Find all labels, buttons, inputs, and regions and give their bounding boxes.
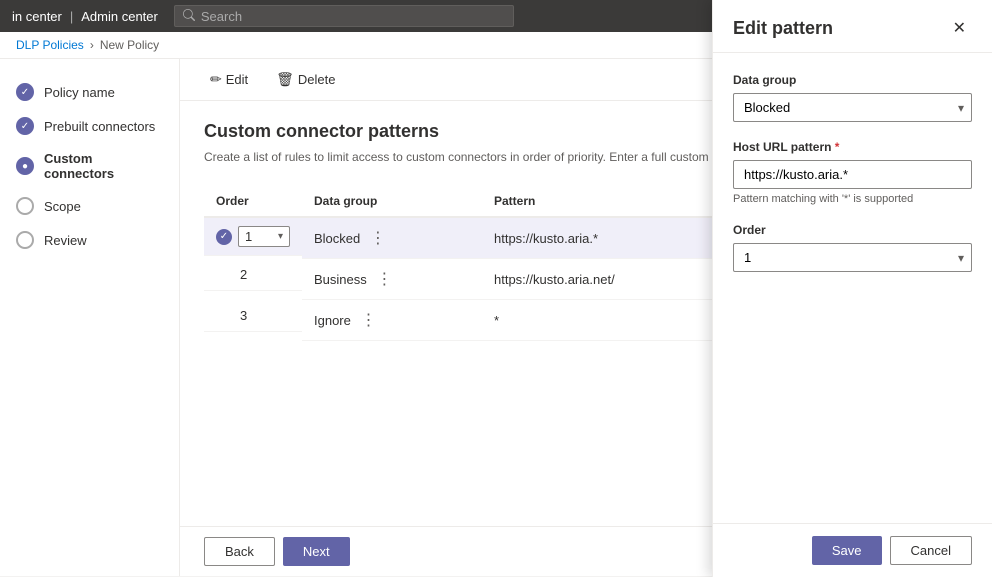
row-more-button[interactable]: ⋮ (370, 267, 398, 291)
row-order: 2 (240, 267, 247, 282)
data-group-select-wrapper: Blocked Business Ignore ▾ (733, 93, 972, 122)
data-group-field: Data group Blocked Business Ignore ▾ (733, 73, 972, 122)
row-data-group: Blocked ⋮ (302, 217, 482, 259)
data-group-label: Data group (733, 73, 972, 87)
breadcrumb-separator: › (90, 38, 94, 52)
row-check-cell: ✓ 1▾ (204, 218, 302, 256)
order-select[interactable]: 1 2 3 (733, 243, 972, 272)
row-order: 3 (240, 308, 247, 323)
panel-footer: Save Cancel (713, 523, 992, 577)
row-data-group: Ignore ⋮ (302, 300, 482, 341)
sidebar-label-scope: Scope (44, 199, 81, 214)
sidebar-item-scope[interactable]: Scope (0, 189, 179, 223)
sidebar-icon-prebuilt-connectors: ✓ (16, 117, 34, 135)
panel-header: Edit pattern ✕ (713, 0, 992, 53)
edit-icon: ✏ (210, 71, 222, 88)
edit-panel: Edit pattern ✕ Data group Blocked Busine… (712, 0, 992, 577)
host-url-field: Host URL pattern * Pattern matching with… (733, 140, 972, 205)
sidebar-label-review: Review (44, 233, 87, 248)
host-url-label: Host URL pattern * (733, 140, 972, 154)
breadcrumb-current: New Policy (100, 38, 159, 52)
row-check-cell: 3 (204, 300, 302, 332)
row-data-group: Business ⋮ (302, 259, 482, 300)
back-button[interactable]: Back (204, 537, 275, 566)
next-button[interactable]: Next (283, 537, 350, 566)
section-label: Admin center (81, 9, 158, 24)
host-url-hint: Pattern matching with '*' is supported (733, 193, 972, 205)
panel-body: Data group Blocked Business Ignore ▾ Hos… (713, 53, 992, 523)
sidebar-icon-scope (16, 197, 34, 215)
sidebar-label-policy-name: Policy name (44, 85, 115, 100)
nav-separator: | (70, 9, 73, 24)
delete-button[interactable]: 🗑 Delete (270, 67, 341, 92)
search-icon (183, 9, 195, 24)
search-input[interactable] (201, 9, 505, 24)
search-container (174, 5, 514, 27)
sidebar-label-prebuilt-connectors: Prebuilt connectors (44, 119, 155, 134)
order-select-wrapper: 1 2 3 ▾ (733, 243, 972, 272)
sidebar-item-custom-connectors[interactable]: ● Custom connectors (0, 143, 179, 189)
data-group-select[interactable]: Blocked Business Ignore (733, 93, 972, 122)
order-field: Order 1 2 3 ▾ (733, 223, 972, 272)
breadcrumb-parent[interactable]: DLP Policies (16, 38, 84, 52)
panel-close-button[interactable]: ✕ (947, 16, 972, 40)
panel-title: Edit pattern (733, 18, 833, 39)
order-select[interactable]: 1▾ (238, 226, 290, 247)
row-check-cell: 2 (204, 259, 302, 291)
row-more-button[interactable]: ⋮ (364, 226, 392, 250)
app-label: in center (12, 9, 62, 24)
host-url-input[interactable] (733, 160, 972, 189)
save-button[interactable]: Save (812, 536, 882, 565)
sidebar-icon-custom-connectors: ● (16, 157, 34, 175)
order-label: Order (733, 223, 972, 237)
delete-icon: 🗑 (276, 71, 294, 88)
edit-button[interactable]: ✏ Edit (204, 67, 254, 92)
row-more-button[interactable]: ⋮ (355, 308, 383, 332)
col-data-group: Data group (302, 186, 482, 217)
sidebar: ✓ Policy name ✓ Prebuilt connectors ● Custom … (0, 59, 180, 576)
cancel-button[interactable]: Cancel (890, 536, 972, 565)
sidebar-icon-policy-name: ✓ (16, 83, 34, 101)
required-indicator: * (835, 140, 840, 154)
sidebar-item-policy-name[interactable]: ✓ Policy name (0, 75, 179, 109)
sidebar-item-review[interactable]: Review (0, 223, 179, 257)
sidebar-item-prebuilt-connectors[interactable]: ✓ Prebuilt connectors (0, 109, 179, 143)
col-order: Order (204, 186, 302, 217)
sidebar-icon-review (16, 231, 34, 249)
row-selected-icon: ✓ (216, 229, 232, 245)
sidebar-label-custom-connectors: Custom connectors (44, 151, 163, 181)
